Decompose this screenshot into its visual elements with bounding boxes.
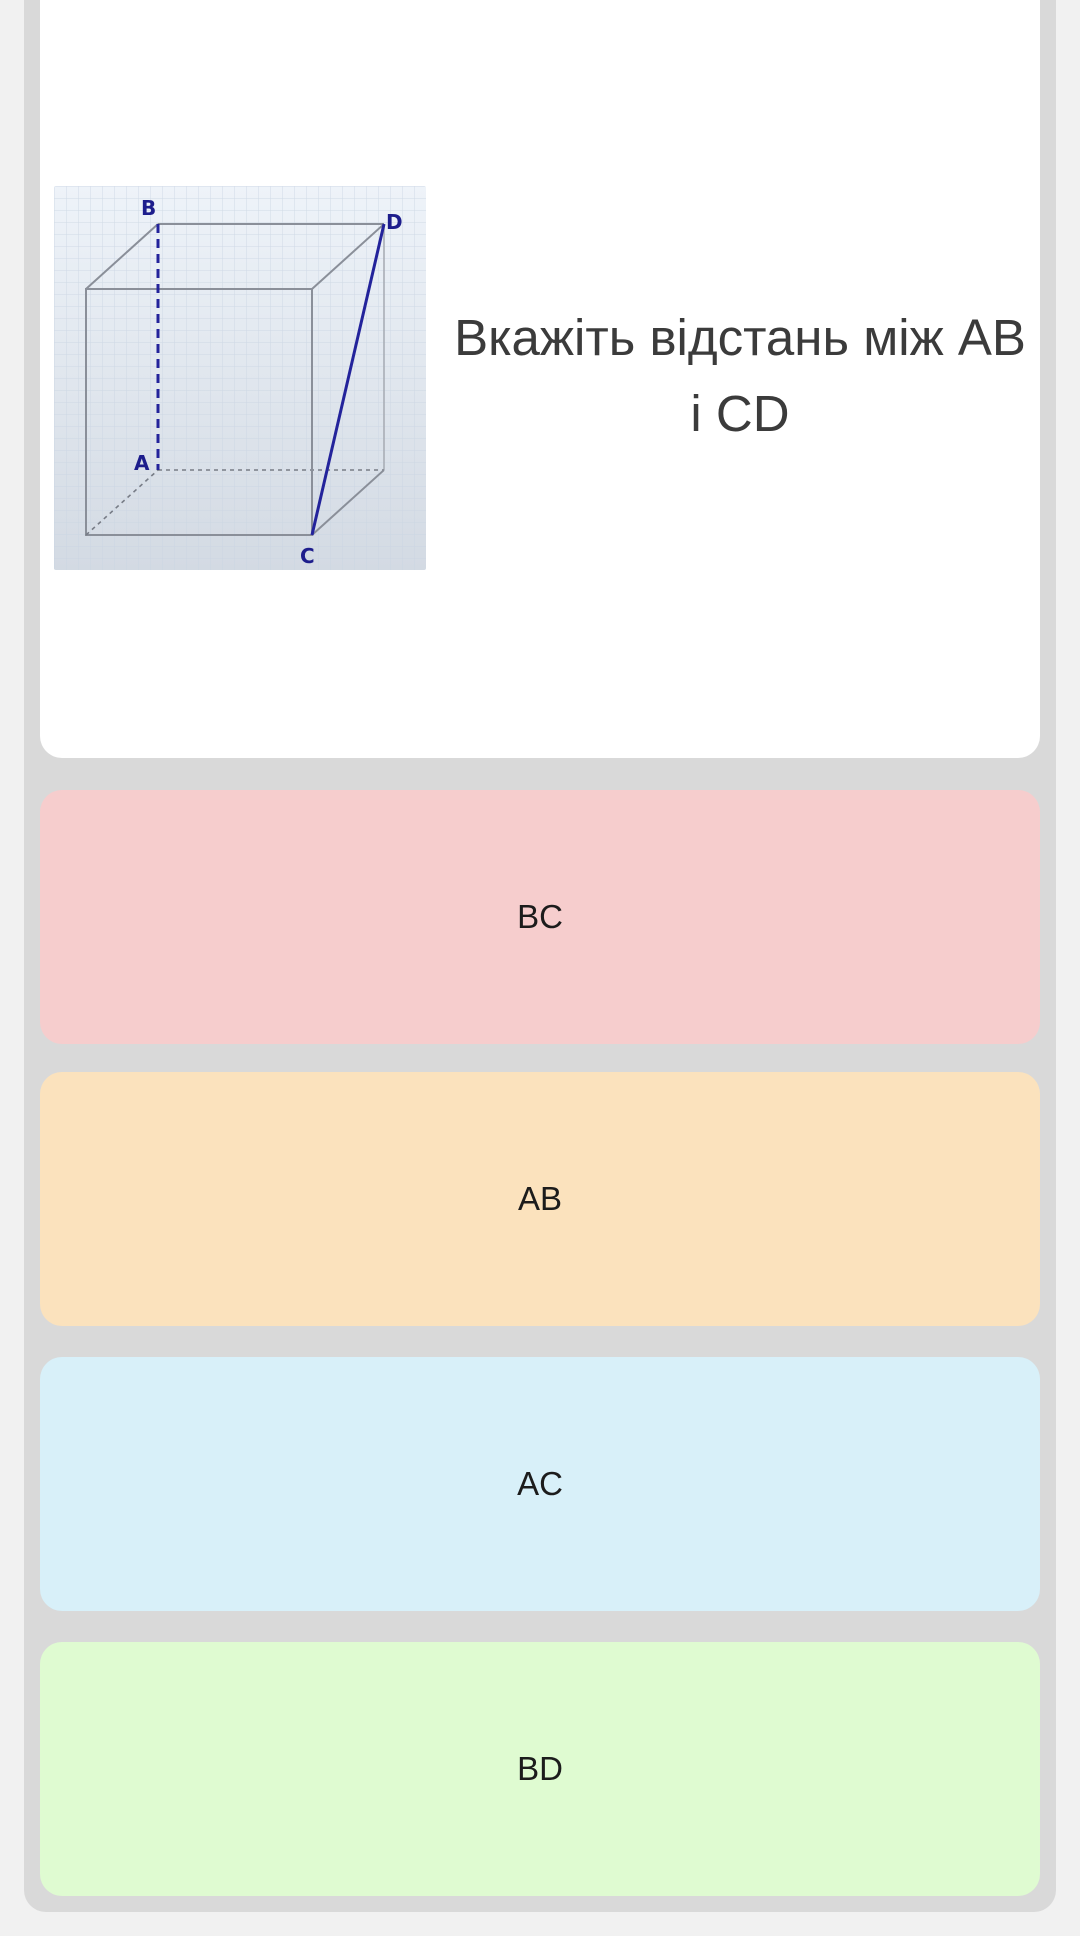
- vertex-label-a: A: [134, 451, 150, 475]
- vertex-label-c: C: [300, 544, 315, 568]
- vertex-label-d: D: [386, 210, 403, 234]
- question-card: B D A C Вкажіть відстань між AB і CD: [40, 0, 1040, 758]
- answer-option-1[interactable]: BC: [40, 790, 1040, 1044]
- question-text: Вкажіть відстань між AB і CD: [454, 309, 1026, 442]
- answer-option-2[interactable]: AB: [40, 1072, 1040, 1326]
- answer-option-label: BC: [517, 898, 563, 935]
- answer-option-4[interactable]: BD: [40, 1642, 1040, 1896]
- vertex-label-b: B: [141, 196, 156, 220]
- answer-option-label: AC: [517, 1465, 563, 1502]
- answer-option-label: AB: [517, 1180, 563, 1217]
- cube-figure-image: B D A C: [54, 186, 426, 570]
- answer-option-label: BD: [517, 1750, 563, 1787]
- answer-option-3[interactable]: AC: [40, 1357, 1040, 1611]
